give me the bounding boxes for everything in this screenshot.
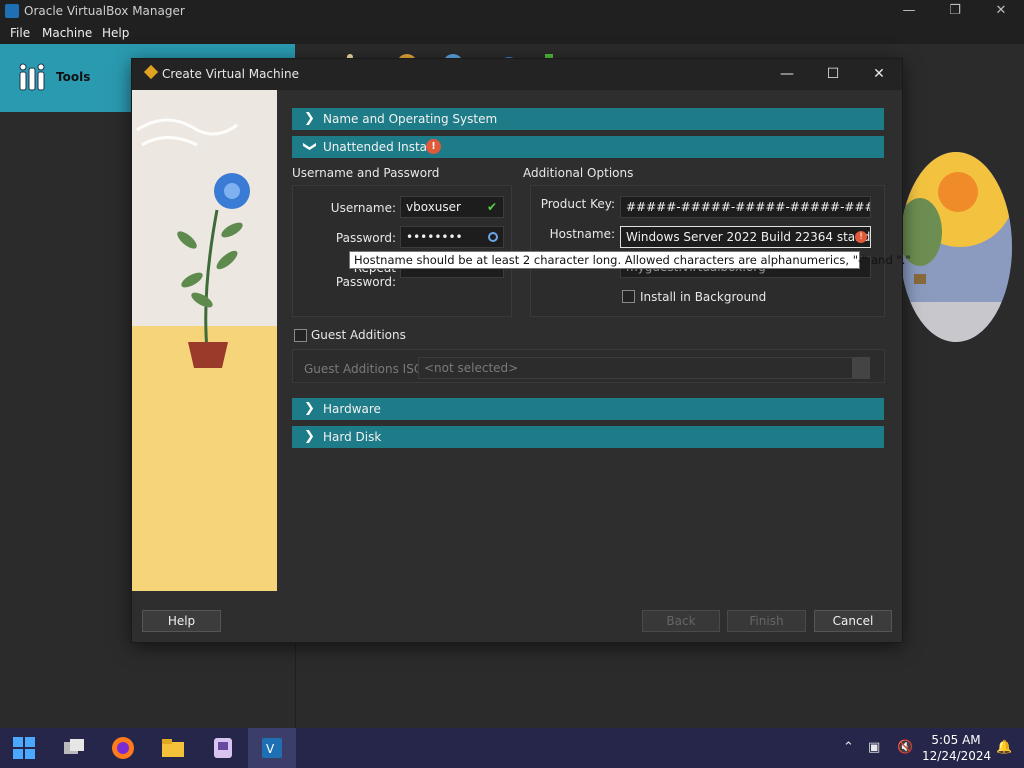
- dialog-icon: [143, 64, 159, 80]
- tools-label: Tools: [56, 70, 91, 84]
- taskbar: V ⌃ ▣ 🔇 5:05 AM 12/24/2024 🔔: [0, 728, 1024, 768]
- section-hardware[interactable]: ❯ Hardware: [292, 398, 884, 420]
- chevron-down-icon: ❯: [301, 141, 317, 152]
- guest-additions-iso-value: <not selected>: [424, 361, 519, 375]
- close-icon[interactable]: ✕: [978, 0, 1024, 23]
- options-group-title: Additional Options: [523, 166, 634, 180]
- back-button[interactable]: Back: [642, 610, 720, 632]
- check-icon: ✔: [487, 200, 498, 214]
- chevron-right-icon: ❯: [304, 111, 315, 126]
- create-vm-dialog: Create Virtual Machine — ☐ ✕ ❯ Name and …: [132, 59, 902, 642]
- clock-date: 12/24/2024: [922, 749, 992, 763]
- virtualbox-taskbar-icon[interactable]: V: [260, 736, 284, 760]
- menu-file[interactable]: File: [10, 26, 30, 40]
- hostname-tooltip: Hostname should be at least 2 character …: [349, 251, 911, 269]
- menu-machine[interactable]: Machine: [42, 26, 92, 40]
- menu-help[interactable]: Help: [102, 26, 129, 40]
- warning-icon: !: [426, 139, 441, 154]
- maximize-icon[interactable]: ❐: [932, 0, 978, 23]
- svg-text:V: V: [266, 742, 275, 756]
- product-key-input[interactable]: #####-#####-#####-#####-#####: [620, 196, 871, 218]
- install-background-label: Install in Background: [640, 290, 767, 304]
- chevron-right-icon: ❯: [304, 401, 315, 416]
- section-hardware-label: Hardware: [323, 402, 381, 416]
- guest-additions-iso-select[interactable]: <not selected>: [418, 357, 870, 379]
- section-hard-disk[interactable]: ❯ Hard Disk: [292, 426, 884, 448]
- finish-button[interactable]: Finish: [727, 610, 806, 632]
- task-view-icon[interactable]: [62, 736, 86, 760]
- tools-icon: [19, 63, 45, 91]
- firefox-icon[interactable]: [111, 736, 135, 760]
- eye-icon[interactable]: [488, 232, 498, 242]
- dialog-close-icon[interactable]: ✕: [856, 59, 902, 90]
- guest-additions-checkbox[interactable]: [294, 329, 307, 342]
- minimize-icon[interactable]: —: [886, 0, 932, 23]
- balloon-illustration: [900, 152, 1012, 342]
- file-explorer-icon[interactable]: [161, 736, 185, 760]
- password-label: Password:: [335, 231, 396, 245]
- section-unattended-label: Unattended Install: [323, 140, 434, 154]
- system-clock[interactable]: 5:05 AM 12/24/2024: [922, 732, 992, 764]
- guest-additions-iso-label: Guest Additions ISO:: [304, 362, 428, 376]
- username-label: Username:: [330, 201, 396, 215]
- chevron-right-icon: ❯: [304, 429, 315, 444]
- section-name-os-label: Name and Operating System: [323, 112, 498, 126]
- dialog-title: Create Virtual Machine: [162, 67, 299, 81]
- hostname-value: Windows Server 2022 Build 22364 standard: [626, 230, 871, 244]
- notifications-icon[interactable]: 🔔: [996, 740, 1012, 755]
- dialog-titlebar: Create Virtual Machine — ☐ ✕: [132, 59, 902, 90]
- wizard-illustration: [132, 90, 277, 591]
- cancel-button[interactable]: Cancel: [814, 610, 892, 632]
- guest-additions-label: Guest Additions: [311, 328, 406, 342]
- chevron-up-icon[interactable]: ⌃: [843, 740, 854, 755]
- password-value: ••••••••: [406, 230, 463, 244]
- dropdown-arrow-icon[interactable]: [852, 357, 870, 379]
- section-name-os[interactable]: ❯ Name and Operating System: [292, 108, 884, 130]
- network-icon[interactable]: ▣: [868, 740, 880, 755]
- product-key-label: Product Key:: [540, 197, 615, 211]
- volume-muted-icon[interactable]: 🔇: [897, 740, 913, 755]
- dialog-maximize-icon[interactable]: ☐: [810, 59, 856, 90]
- windows-start-icon[interactable]: [12, 736, 36, 760]
- section-hard-disk-label: Hard Disk: [323, 430, 382, 444]
- dialog-minimize-icon[interactable]: —: [764, 59, 810, 90]
- product-key-value: #####-#####-#####-#####-#####: [626, 200, 871, 214]
- help-button[interactable]: Help: [142, 610, 221, 632]
- app-title: Oracle VirtualBox Manager: [24, 4, 185, 18]
- hostname-input[interactable]: Windows Server 2022 Build 22364 standard: [620, 226, 871, 248]
- error-icon: !: [855, 231, 867, 243]
- section-unattended[interactable]: ❯ Unattended Install !: [292, 136, 884, 158]
- username-value: vboxuser: [406, 200, 461, 214]
- clock-time: 5:05 AM: [931, 733, 981, 747]
- virtualbox-icon: [5, 4, 19, 18]
- app-icon[interactable]: [211, 736, 235, 760]
- app-titlebar: Oracle VirtualBox Manager — ❐ ✕: [0, 0, 1024, 23]
- hostname-label: Hostname:: [549, 227, 615, 241]
- install-background-checkbox[interactable]: [622, 290, 635, 303]
- user-group-title: Username and Password: [292, 166, 440, 180]
- menubar: File Machine Help: [0, 23, 1024, 44]
